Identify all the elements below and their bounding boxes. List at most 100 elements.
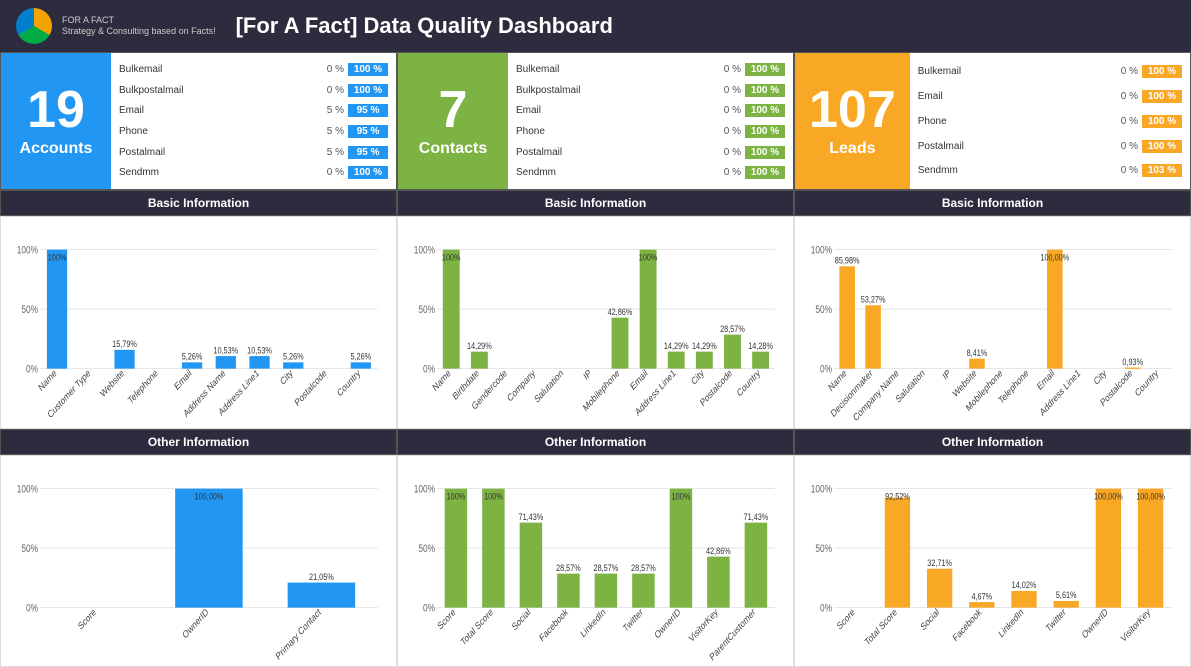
stat-row: Postalmail5 %95 % [119,146,388,159]
svg-text:Score: Score [436,606,457,632]
stat-row-label: Postalmail [119,147,316,158]
svg-text:Email: Email [629,368,649,393]
svg-text:Primary Contact: Primary Contact [274,606,323,662]
stat-row-badge: 100 % [348,63,388,76]
stat-row-label: Bulkemail [918,66,1110,77]
stat-row: Email5 %95 % [119,104,388,117]
svg-text:Postalcode: Postalcode [293,368,328,409]
stat-row: Postalmail0 %100 % [918,140,1182,153]
svg-text:100%: 100% [484,490,503,501]
stat-row-label: Phone [516,126,713,137]
stat-number-area-accounts: 19Accounts [1,53,111,189]
stat-row-badge: 95 % [348,125,388,138]
stat-row: Bulkemail 0 % 100 % [119,63,388,76]
svg-text:LinkedIn: LinkedIn [579,606,607,640]
stat-row-label: Bulkemail [119,64,316,75]
svg-text:Twitter: Twitter [621,606,644,634]
stat-panel-leads: 107LeadsBulkemail0 %100 %Email0 %100 %Ph… [794,52,1191,190]
svg-text:Telephone: Telephone [126,368,159,407]
stat-row-pct: 0 % [1114,141,1138,152]
svg-text:IP: IP [582,368,593,383]
svg-text:5,26%: 5,26% [182,351,203,362]
stat-row-pct: 0 % [320,167,344,178]
svg-text:42,86%: 42,86% [608,306,633,317]
svg-text:0,93%: 0,93% [1122,356,1143,367]
stat-row: Email0 %100 % [516,104,785,117]
stat-row-label: Postalmail [918,141,1110,152]
stat-row-label: Bulkemail [516,64,713,75]
stat-row-label: Phone [918,116,1110,127]
svg-text:14,29%: 14,29% [467,340,492,351]
stat-panel-accounts: 19AccountsBulkemail0 %100 %Bulkpostalmai… [0,52,397,190]
stat-number-area-leads: 107Leads [795,53,910,189]
stat-row: Postalmail0 %100 % [516,146,785,159]
svg-text:Total Score: Total Score [459,606,494,648]
svg-text:100%: 100% [442,252,461,263]
chart-panel-accounts: 0%50%100%Score100,00%OwnerID21,05%Primar… [0,455,397,667]
stat-row: Phone 0 % 100 % [918,115,1182,128]
stat-row-pct: 0 % [1114,116,1138,127]
svg-text:Total Score: Total Score [863,606,898,648]
svg-text:OwnerID: OwnerID [1080,606,1109,641]
chart-cell-contacts-Other_Information: Other Information0%50%100%100%Score100%T… [397,429,794,667]
svg-text:4,67%: 4,67% [971,590,992,601]
svg-text:0%: 0% [26,364,38,376]
stat-row: Phone0 %100 % [516,125,785,138]
stat-row-badge: 100 % [745,166,785,179]
stat-row-pct: 0 % [717,147,741,158]
section-header: Other Information [794,429,1191,455]
chart-cell-accounts-Basic_Information: Basic Information0%50%100%100%NameCustom… [0,190,397,428]
svg-text:8,41%: 8,41% [967,347,988,358]
svg-text:14,29%: 14,29% [692,340,717,351]
stat-row-label: Sendmm [516,167,713,178]
svg-text:50%: 50% [21,305,38,317]
chart-cell-contacts-Basic_Information: Basic Information0%50%100%100%Name14,29%… [397,190,794,428]
chart-cell-leads-Other_Information: Other Information0%50%100%Score92,52%Tot… [794,429,1191,667]
svg-text:28,57%: 28,57% [556,562,581,573]
svg-text:Country: Country [735,367,762,399]
stat-row-badge: 100 % [745,104,785,117]
stat-row: Bulkemail0 %100 % [918,65,1182,78]
chart-cell-leads-Basic_Information: Basic Information0%50%100%85,98%Name53,2… [794,190,1191,428]
stat-row-pct: 0 % [1114,66,1138,77]
stat-row: Phone5 %95 % [119,125,388,138]
svg-text:100%: 100% [17,245,39,257]
svg-text:Country: Country [335,367,362,399]
svg-text:VisitorKey: VisitorKey [1119,606,1152,644]
chart-panel-contacts: 0%50%100%100%Name14,29%BirthdateGenderco… [397,216,794,428]
svg-text:28,57%: 28,57% [631,562,656,573]
svg-text:Email: Email [173,368,193,393]
svg-text:14,28%: 14,28% [748,340,773,351]
svg-text:14,02%: 14,02% [1012,579,1037,590]
company-name: FOR A FACT Strategy & Consulting based o… [62,15,216,37]
chart-cell-accounts-Other_Information: Other Information0%50%100%Score100,00%Ow… [0,429,397,667]
svg-text:100,00%: 100,00% [1094,490,1123,501]
svg-text:100%: 100% [811,245,833,257]
stat-number-contacts: 7 [439,84,468,136]
svg-text:Score: Score [76,606,97,632]
svg-text:28,57%: 28,57% [594,562,619,573]
svg-text:IP: IP [941,368,952,383]
svg-text:5,26%: 5,26% [350,351,371,362]
stat-row-pct: 0 % [320,85,344,96]
svg-text:Name: Name [37,368,58,394]
stat-row-pct: 0 % [717,167,741,178]
svg-text:100%: 100% [672,490,691,501]
svg-text:0%: 0% [423,602,435,614]
svg-text:100,00%: 100,00% [195,490,224,501]
stat-row-label: Email [516,105,713,116]
stat-row-badge: 100 % [1142,90,1182,103]
stat-label-leads: Leads [829,140,875,158]
stat-row-pct: 0 % [320,64,344,75]
stat-row-badge: 95 % [348,104,388,117]
svg-text:Company Name: Company Name [851,368,900,424]
section-header: Basic Information [397,190,794,216]
section-header: Other Information [0,429,397,455]
svg-text:Country: Country [1133,367,1160,399]
svg-text:OwnerID: OwnerID [653,606,682,641]
section-header: Other Information [397,429,794,455]
chart-panel-leads: 0%50%100%Score92,52%Total Score32,71%Soc… [794,455,1191,667]
svg-text:50%: 50% [815,305,832,317]
stat-row-badge: 100 % [1142,115,1182,128]
svg-text:5,26%: 5,26% [283,351,304,362]
